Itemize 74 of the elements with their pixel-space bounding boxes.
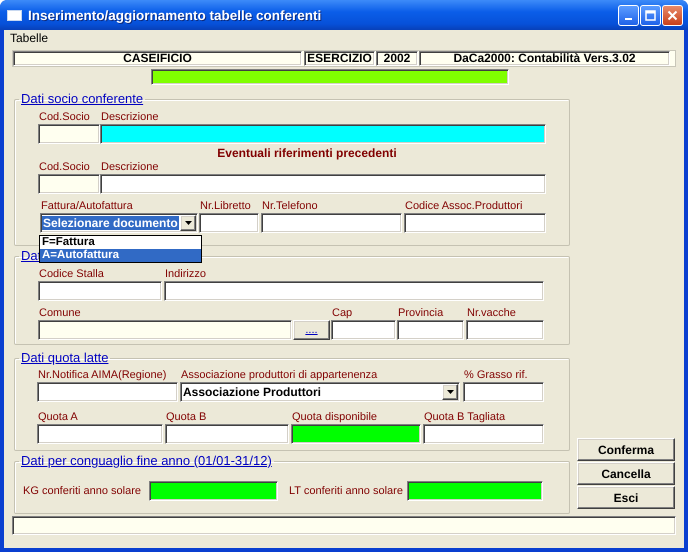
field-label: Associazione produttori di appartenenza bbox=[180, 368, 378, 382]
group-title: Dati socio conferente bbox=[20, 92, 144, 106]
maximize-button[interactable] bbox=[640, 4, 661, 26]
list-option[interactable]: A=Autofattura bbox=[40, 249, 201, 262]
input-field[interactable] bbox=[38, 320, 292, 340]
maximize-icon bbox=[645, 10, 656, 20]
field-label: KG conferiti anno solare bbox=[22, 484, 142, 498]
field-label: Indirizzo bbox=[164, 267, 207, 281]
input-field[interactable] bbox=[38, 281, 162, 301]
field-label: LT conferiti anno solare bbox=[288, 484, 404, 498]
field-label: Descrizione bbox=[100, 160, 160, 174]
input-field[interactable] bbox=[164, 281, 544, 301]
field-label: Nr.vacche bbox=[466, 306, 517, 320]
dropdown-button[interactable] bbox=[442, 384, 458, 400]
dropdown-field[interactable]: Associazione Produttori bbox=[180, 382, 460, 402]
field-label: Comune bbox=[38, 306, 82, 320]
menu-item[interactable]: Tabelle bbox=[10, 31, 48, 45]
browse-button[interactable]: .... bbox=[293, 320, 330, 340]
action-button[interactable]: Cancella bbox=[577, 462, 675, 485]
input-field[interactable] bbox=[406, 481, 543, 501]
input-field[interactable] bbox=[423, 424, 544, 444]
input-field[interactable] bbox=[38, 124, 100, 144]
field-label: Cod.Socio bbox=[38, 160, 91, 174]
input-field[interactable] bbox=[37, 382, 178, 402]
field-label: Nr.Notifica AIMA(Regione) bbox=[37, 368, 168, 382]
input-field[interactable] bbox=[331, 320, 396, 340]
input-field[interactable] bbox=[38, 174, 100, 194]
close-button[interactable] bbox=[662, 4, 683, 26]
input-field[interactable] bbox=[404, 213, 546, 233]
field-label: Fattura/Autofattura bbox=[40, 199, 134, 213]
input-field[interactable] bbox=[148, 481, 278, 501]
caret-icon bbox=[184, 221, 192, 225]
input-field[interactable] bbox=[100, 174, 546, 194]
info-cell: CASEIFICIO bbox=[13, 51, 302, 66]
info-cell: 2002 bbox=[376, 51, 418, 66]
input-field[interactable] bbox=[397, 320, 464, 340]
field-label: Quota B bbox=[165, 410, 208, 424]
minimize-icon bbox=[625, 18, 632, 20]
input-field[interactable] bbox=[37, 424, 163, 444]
input-field[interactable] bbox=[463, 382, 544, 402]
field-label: % Grasso rif. bbox=[463, 368, 529, 382]
field-label: Quota B Tagliata bbox=[423, 410, 506, 424]
group-title: Dati per conguaglio fine anno (01/01-31/12) bbox=[20, 454, 273, 468]
window-title: Inserimento/aggiornamento tabelle conferenti bbox=[28, 8, 322, 22]
window-icon bbox=[7, 10, 22, 20]
field-label: Descrizione bbox=[100, 110, 160, 124]
field-label: Nr.Libretto bbox=[199, 199, 252, 213]
field-label: Quota disponibile bbox=[291, 410, 378, 424]
caret-icon bbox=[446, 390, 454, 394]
field-label: Provincia bbox=[397, 306, 444, 320]
info-cell: ESERCIZIO bbox=[304, 51, 375, 66]
field-label: Quota A bbox=[37, 410, 79, 424]
field-label: Nr.Telefono bbox=[261, 199, 319, 213]
info-cell: DaCa2000: Contabilità Vers.3.02 bbox=[419, 51, 670, 66]
field-label: Codice Stalla bbox=[38, 267, 105, 281]
input-field[interactable] bbox=[100, 124, 546, 144]
group-title: Dati quota latte bbox=[20, 351, 110, 365]
input-field[interactable] bbox=[165, 424, 289, 444]
close-icon bbox=[667, 10, 678, 20]
input-field[interactable] bbox=[291, 424, 421, 444]
note-text: Eventuali riferimenti precedenti bbox=[216, 147, 398, 160]
field-label: Cod.Socio bbox=[38, 110, 91, 124]
input-field[interactable] bbox=[466, 320, 544, 340]
list-option[interactable]: F=Fattura bbox=[40, 236, 201, 249]
action-button[interactable]: Esci bbox=[577, 486, 675, 509]
input-field[interactable] bbox=[199, 213, 259, 233]
field-label: Cap bbox=[331, 306, 354, 320]
input-field[interactable] bbox=[261, 213, 402, 233]
field-value: Associazione Produttori bbox=[182, 385, 322, 399]
minimize-button[interactable] bbox=[618, 4, 639, 26]
action-button[interactable]: Conferma bbox=[577, 438, 675, 461]
field-label: Codice Assoc.Produttori bbox=[404, 199, 524, 213]
field-value: Selezionare documento bbox=[42, 216, 179, 230]
dropdown-button[interactable] bbox=[180, 215, 196, 231]
